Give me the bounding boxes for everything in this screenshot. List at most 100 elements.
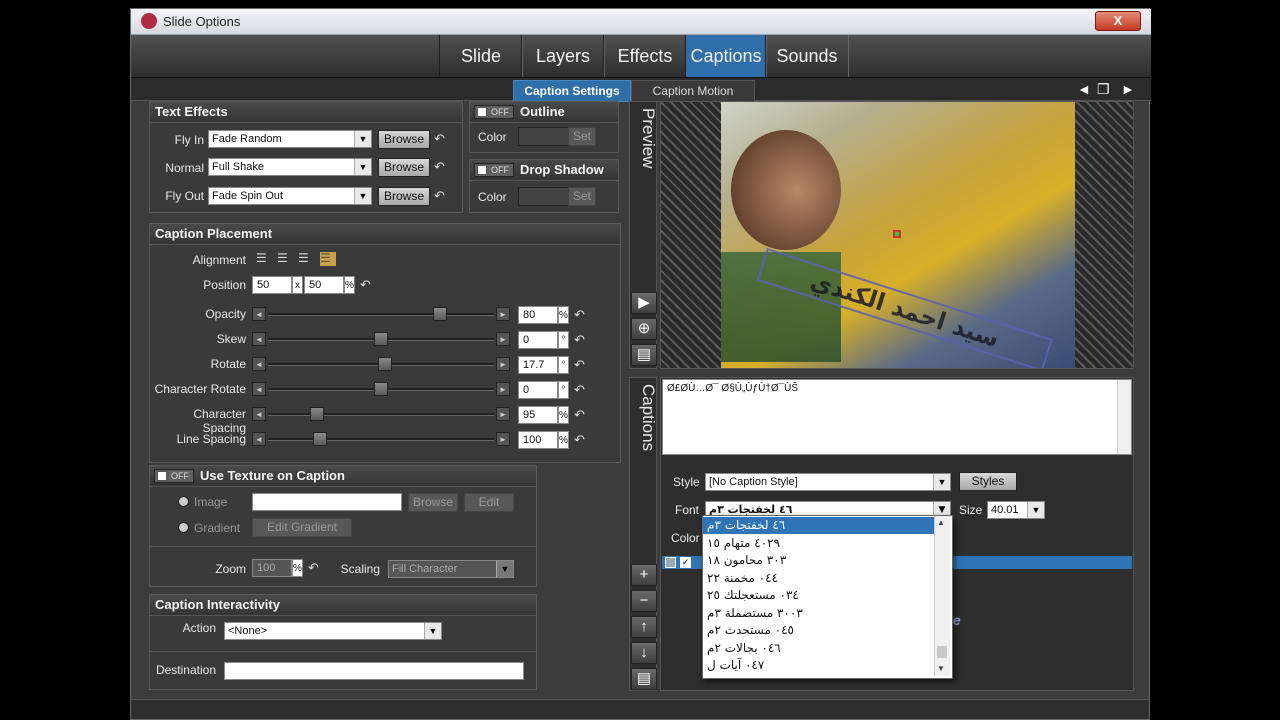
drop-shadow-color-swatch[interactable] (518, 187, 570, 206)
tab-sounds[interactable]: Sounds (765, 35, 849, 77)
slider-thumb[interactable] (433, 307, 448, 321)
caption-text-box[interactable]: Ø£Ø­Ù…Ø¯ Ø§Ù„ÙƒÙ†Ø¯ÙŠ (662, 379, 1132, 455)
font-option[interactable]: ٠٤٦ بجالات ٢م (703, 640, 949, 657)
font-option[interactable]: ٠٣٤ مستعجلتك ٢٥ (703, 587, 949, 604)
texture-edit-button[interactable]: Edit (464, 493, 514, 512)
align-center-icon[interactable]: ☰ (277, 252, 293, 266)
slider-decrease-icon[interactable]: ◄ (252, 432, 266, 446)
reset-icon[interactable]: ↶ (574, 307, 585, 323)
slider-thumb[interactable] (378, 357, 393, 371)
reset-icon[interactable]: ↶ (574, 382, 585, 398)
reset-icon[interactable]: ↶ (574, 432, 585, 448)
slider-decrease-icon[interactable]: ◄ (252, 407, 266, 421)
tab-layers[interactable]: Layers (521, 35, 605, 77)
slider-control[interactable]: ◄ ► (252, 357, 510, 371)
size-select[interactable]: 40.01 ▼ (987, 501, 1045, 519)
slider-track[interactable] (268, 313, 494, 316)
edit-list-icon[interactable]: ▤ (631, 668, 657, 690)
slider-increase-icon[interactable]: ► (496, 382, 510, 396)
slider-value-input[interactable]: 17.7 (518, 356, 558, 374)
reset-icon[interactable]: ↶ (574, 407, 585, 423)
slider-control[interactable]: ◄ ► (252, 382, 510, 396)
zoom-icon[interactable]: ⊕ (631, 318, 657, 340)
align-left-icon[interactable]: ☰ (256, 252, 272, 266)
image-radio[interactable] (178, 496, 189, 507)
slider-decrease-icon[interactable]: ◄ (252, 357, 266, 371)
font-option[interactable]: ٣٠٣ محامون ١٨ (703, 552, 949, 569)
slider-track[interactable] (268, 413, 494, 416)
slider-control[interactable]: ◄ ► (252, 307, 510, 321)
reset-icon[interactable]: ↶ (574, 357, 585, 373)
slider-increase-icon[interactable]: ► (496, 307, 510, 321)
tab-caption-settings[interactable]: Caption Settings (513, 80, 631, 102)
slider-control[interactable]: ◄ ► (252, 432, 510, 446)
slider-value-input[interactable]: 80 (518, 306, 558, 324)
caption-text-scrollbar[interactable] (1117, 380, 1131, 454)
slider-decrease-icon[interactable]: ◄ (252, 332, 266, 346)
style-select[interactable]: [No Caption Style] ▼ (705, 473, 951, 491)
font-dropdown-list[interactable]: ٤٦ لخفتجات ٣م ٤٠٢٩ متهام ١٥ ٣٠٣ محامون ١٨ ٠… (702, 515, 953, 679)
slider-decrease-icon[interactable]: ◄ (252, 307, 266, 321)
normal-browse-button[interactable]: Browse (378, 158, 430, 177)
slider-value-input[interactable]: 100 (518, 431, 558, 449)
reset-icon[interactable]: ↶ (434, 159, 445, 175)
scroll-up-icon[interactable]: ▲ (937, 518, 947, 528)
slider-control[interactable]: ◄ ► (252, 332, 510, 346)
slider-increase-icon[interactable]: ► (496, 332, 510, 346)
tab-effects[interactable]: Effects (603, 35, 687, 77)
fly-in-select[interactable]: Fade Random ▼ (208, 130, 372, 148)
move-up-icon[interactable]: ↑ (631, 616, 657, 638)
zoom-input[interactable]: 100 (252, 559, 292, 577)
previous-slide-arrow-icon[interactable]: ◄ (1077, 81, 1091, 97)
slider-track[interactable] (268, 438, 494, 441)
font-list-scrollbar[interactable]: ▲ ▼ (934, 516, 950, 676)
slider-decrease-icon[interactable]: ◄ (252, 382, 266, 396)
fly-in-browse-button[interactable]: Browse (378, 130, 430, 149)
font-option[interactable]: ٠٤٤ مخمنة ٢٢ (703, 570, 949, 587)
slider-value-input[interactable]: 95 (518, 406, 558, 424)
edit-list-icon[interactable]: ▤ (631, 344, 657, 366)
outline-toggle[interactable]: OFF (474, 105, 514, 119)
reset-icon[interactable]: ↶ (360, 277, 371, 293)
reset-icon[interactable]: ↶ (434, 188, 445, 204)
reset-icon[interactable]: ↶ (574, 332, 585, 348)
texture-browse-button[interactable]: Browse (408, 493, 458, 512)
gradient-radio[interactable] (178, 522, 189, 533)
reset-icon[interactable]: ↶ (308, 560, 319, 576)
slider-increase-icon[interactable]: ► (496, 407, 510, 421)
slider-control[interactable]: ◄ ► (252, 407, 510, 421)
add-caption-icon[interactable]: + (631, 564, 657, 586)
slider-increase-icon[interactable]: ► (496, 357, 510, 371)
close-button[interactable]: X (1095, 11, 1141, 31)
scaling-select[interactable]: Fill Character ▼ (388, 560, 514, 578)
reset-icon[interactable]: ↶ (434, 131, 445, 147)
action-select[interactable]: <None> ▼ (224, 622, 442, 640)
normal-select[interactable]: Full Shake ▼ (208, 158, 372, 176)
position-x-input[interactable]: 50 (252, 276, 292, 294)
fly-out-browse-button[interactable]: Browse (378, 187, 430, 206)
outline-color-swatch[interactable] (518, 127, 570, 146)
scroll-down-icon[interactable]: ▼ (937, 664, 947, 674)
destination-input[interactable] (224, 662, 524, 680)
font-option[interactable]: ٠٤٥ مستحدث ٢م (703, 622, 949, 639)
restore-window-icon[interactable]: ❐ (1097, 81, 1110, 98)
caption-anchor-handle[interactable] (893, 230, 901, 238)
tab-slide[interactable]: Slide (439, 35, 523, 77)
drop-shadow-set-button[interactable]: Set (568, 187, 596, 206)
slider-thumb[interactable] (374, 332, 388, 346)
font-option[interactable]: ٤٦ لخفتجات ٣م (703, 517, 949, 534)
play-icon[interactable]: ▶ (631, 292, 657, 314)
drop-shadow-toggle[interactable]: OFF (474, 163, 514, 177)
font-option[interactable]: ٤٠٢٩ متهام ١٥ (703, 535, 949, 552)
slider-value-input[interactable]: 0 (518, 381, 558, 399)
scroll-thumb[interactable] (937, 646, 947, 658)
slider-thumb[interactable] (374, 382, 388, 396)
remove-caption-icon[interactable]: − (631, 590, 657, 612)
next-slide-arrow-icon[interactable]: ► (1121, 81, 1135, 97)
texture-toggle[interactable]: OFF (154, 469, 194, 483)
align-justify-icon[interactable]: ☰ (320, 252, 336, 266)
slider-increase-icon[interactable]: ► (496, 432, 510, 446)
outline-set-button[interactable]: Set (568, 127, 596, 146)
slider-thumb[interactable] (312, 432, 327, 446)
edit-gradient-button[interactable]: Edit Gradient (252, 518, 352, 537)
